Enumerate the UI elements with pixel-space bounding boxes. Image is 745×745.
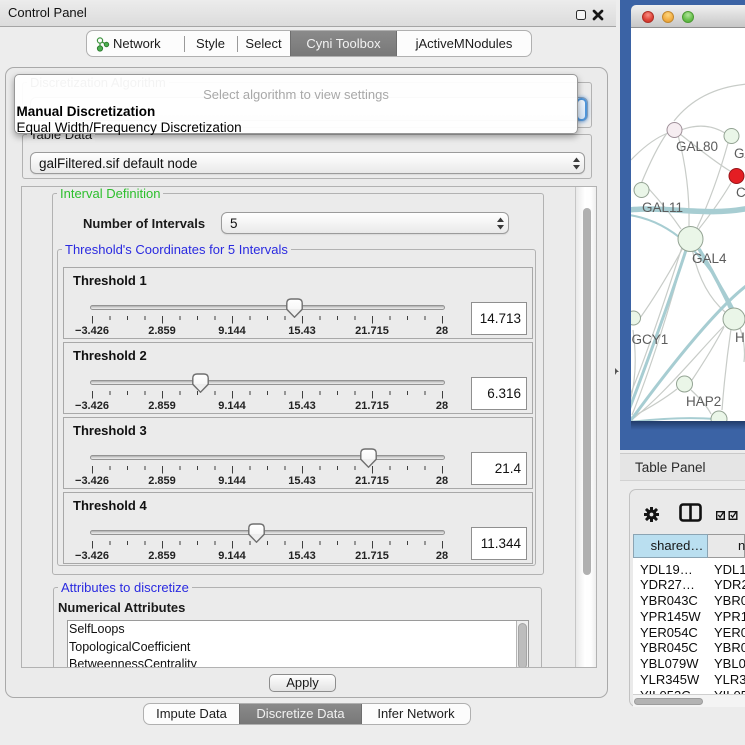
svg-text:HAP2: HAP2 [686,394,721,409]
svg-text:GAL80: GAL80 [676,139,718,154]
svg-text:GCY1: GCY1 [632,332,669,347]
svg-text:GAL4: GAL4 [692,251,727,266]
svg-text:H: H [735,330,745,345]
svg-text:GA: GA [734,146,745,161]
svg-text:C: C [736,185,745,200]
svg-text:GAL11: GAL11 [642,200,683,215]
